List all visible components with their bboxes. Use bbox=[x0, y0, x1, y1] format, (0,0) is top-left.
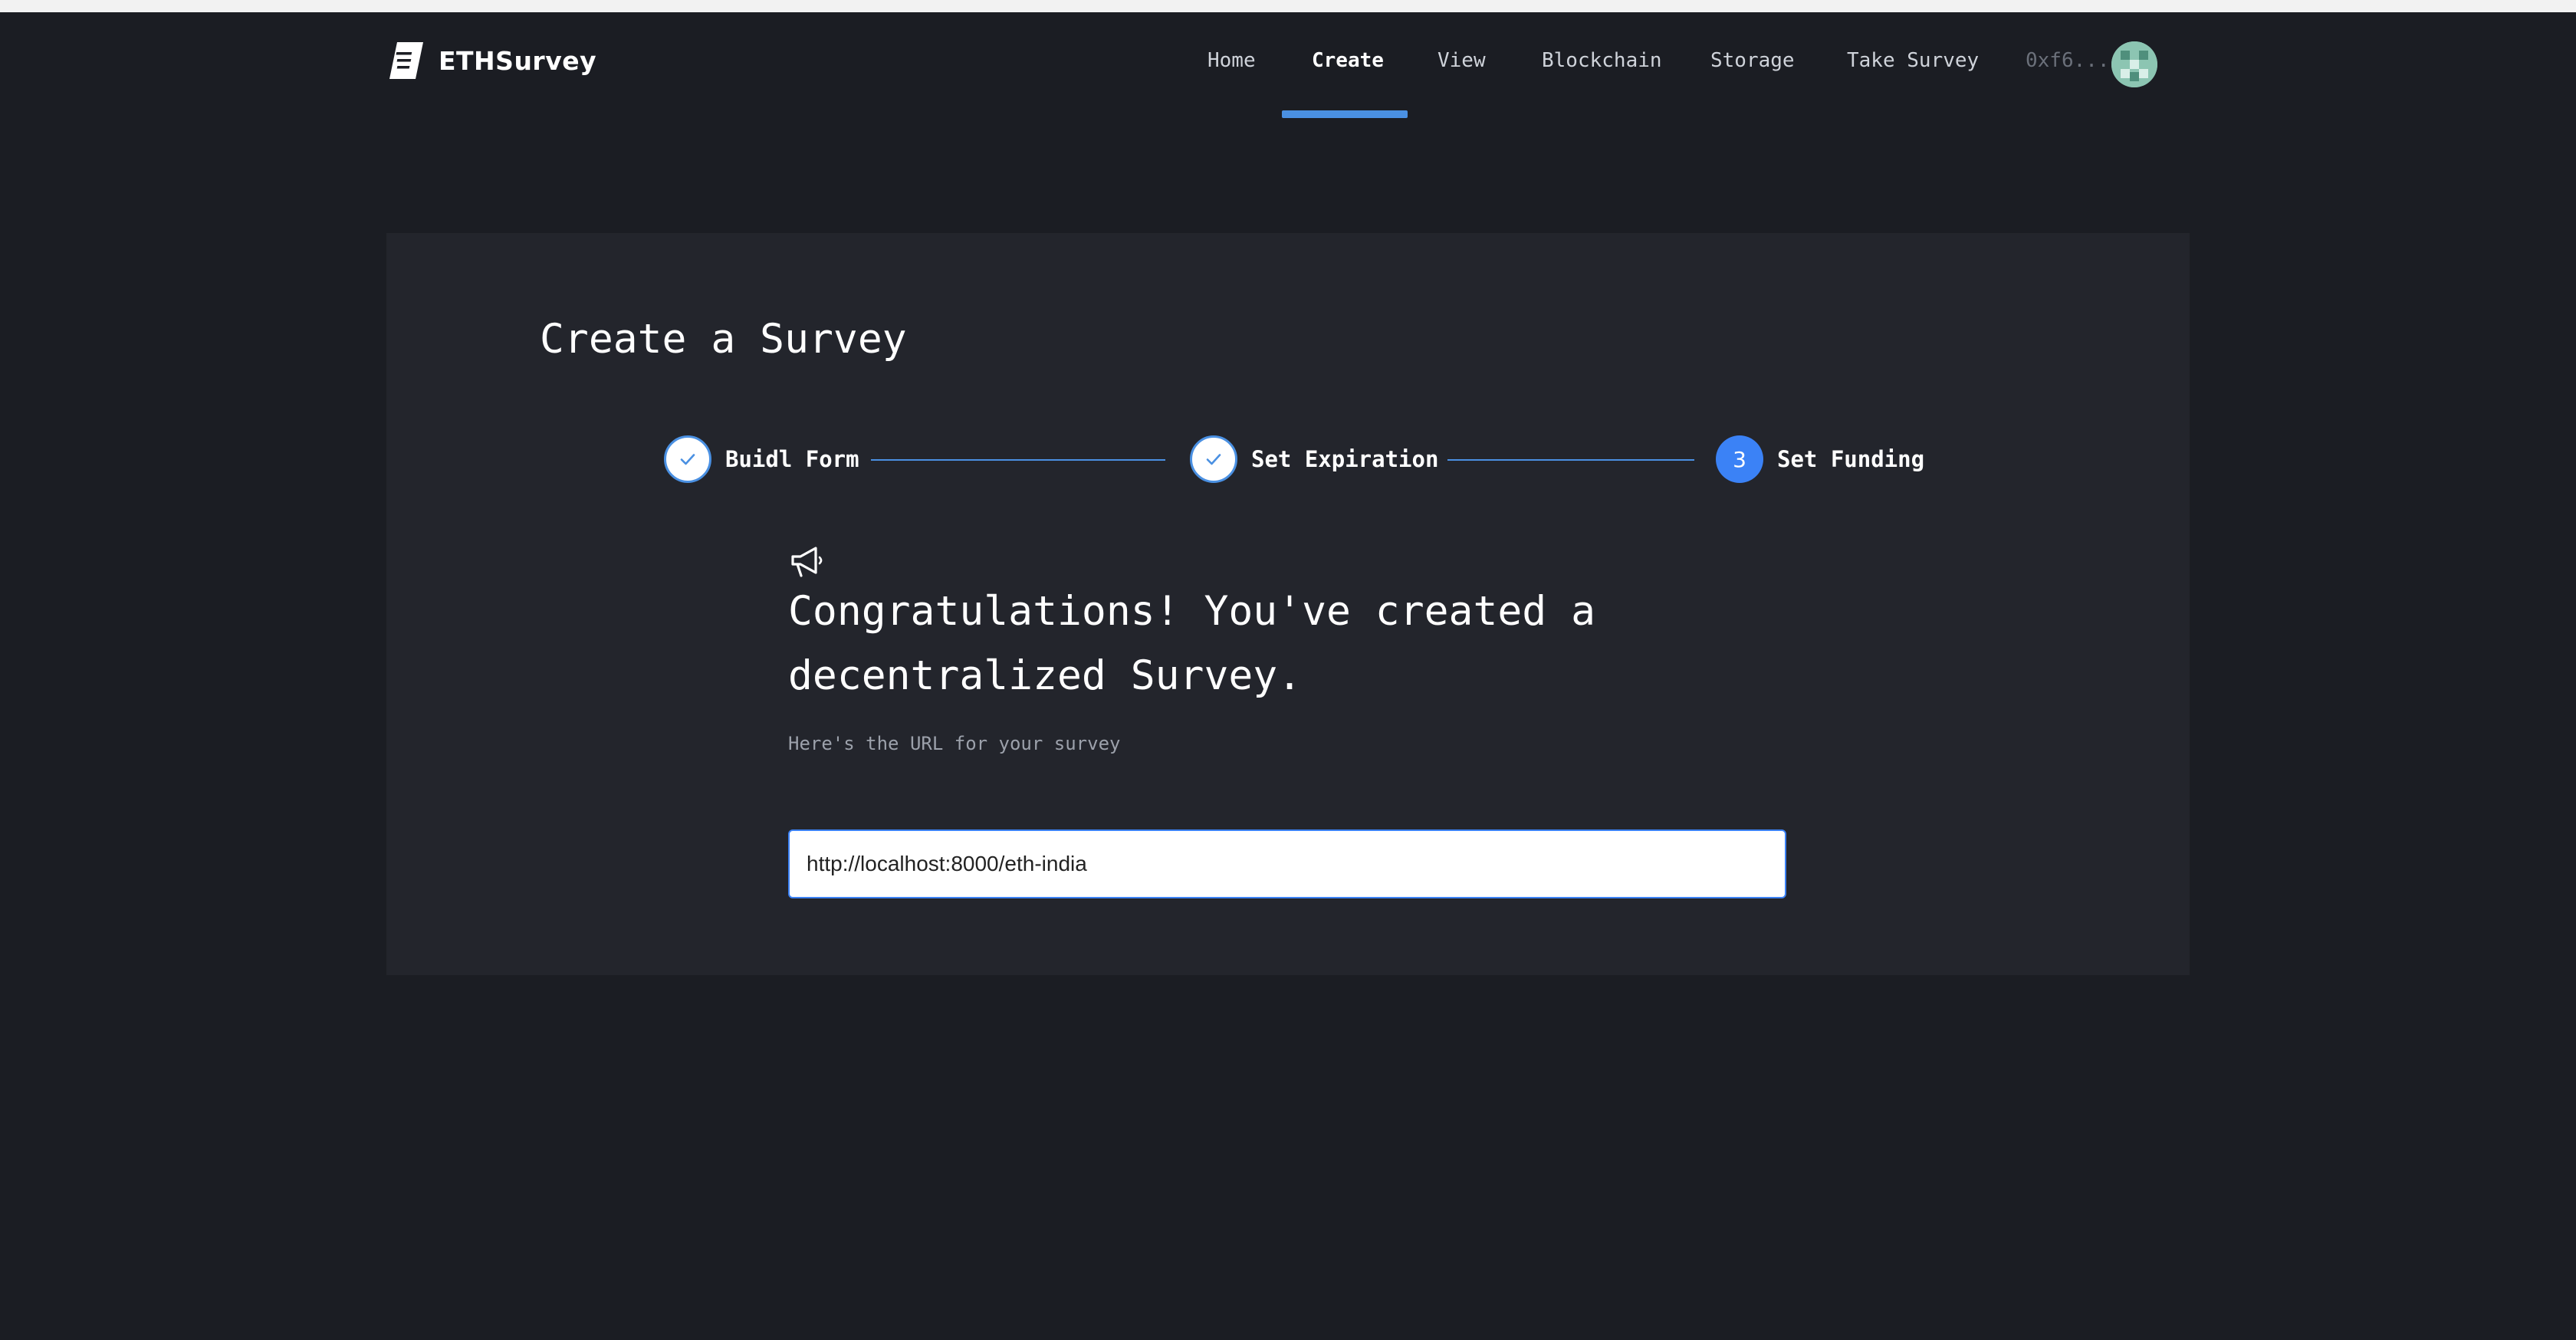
nav-storage[interactable]: Storage bbox=[1710, 49, 1795, 72]
nav-view[interactable]: View bbox=[1438, 49, 1486, 72]
identicon bbox=[2111, 41, 2157, 87]
step-label: Set Expiration bbox=[1251, 446, 1439, 472]
active-tab-indicator bbox=[1282, 110, 1408, 118]
step-number-badge: 3 bbox=[1716, 435, 1763, 483]
browser-bookmarks-strip bbox=[0, 0, 2576, 12]
step-connector bbox=[1447, 459, 1694, 461]
step-complete-badge bbox=[1190, 435, 1237, 483]
step-set-expiration: Set Expiration bbox=[1190, 434, 1438, 484]
brand-logo[interactable]: ETHSurvey bbox=[389, 41, 596, 80]
survey-url-field[interactable] bbox=[788, 829, 1786, 898]
nav-blockchain[interactable]: Blockchain bbox=[1542, 49, 1662, 72]
navbar: ETHSurvey Home Create View Blockchain St… bbox=[0, 12, 2576, 120]
success-heading: Congratulations! You've created a decent… bbox=[788, 588, 1595, 699]
step-connector bbox=[871, 459, 1165, 461]
check-icon bbox=[680, 454, 695, 465]
step-complete-badge bbox=[664, 435, 711, 483]
step-buidl-form: Buidl Form bbox=[664, 434, 859, 484]
nav-home[interactable]: Home bbox=[1208, 49, 1256, 72]
url-caption: Here's the URL for your survey bbox=[788, 733, 1121, 754]
check-icon bbox=[1206, 454, 1221, 465]
nav-take-survey[interactable]: Take Survey bbox=[1847, 49, 1979, 72]
brand-name: ETHSurvey bbox=[439, 45, 597, 76]
create-survey-card: Create a Survey Buidl Form Set Expiratio… bbox=[386, 233, 2190, 975]
step-label: Set Funding bbox=[1777, 446, 1925, 472]
nav-create[interactable]: Create bbox=[1312, 49, 1384, 72]
avatar[interactable] bbox=[2111, 41, 2157, 87]
document-icon bbox=[389, 42, 423, 79]
step-set-funding: 3 Set Funding bbox=[1716, 434, 1924, 484]
megaphone-icon bbox=[791, 547, 823, 577]
page-title: Create a Survey bbox=[540, 316, 907, 363]
step-label: Buidl Form bbox=[725, 446, 859, 472]
account-address: 0xf6... bbox=[2026, 49, 2110, 72]
